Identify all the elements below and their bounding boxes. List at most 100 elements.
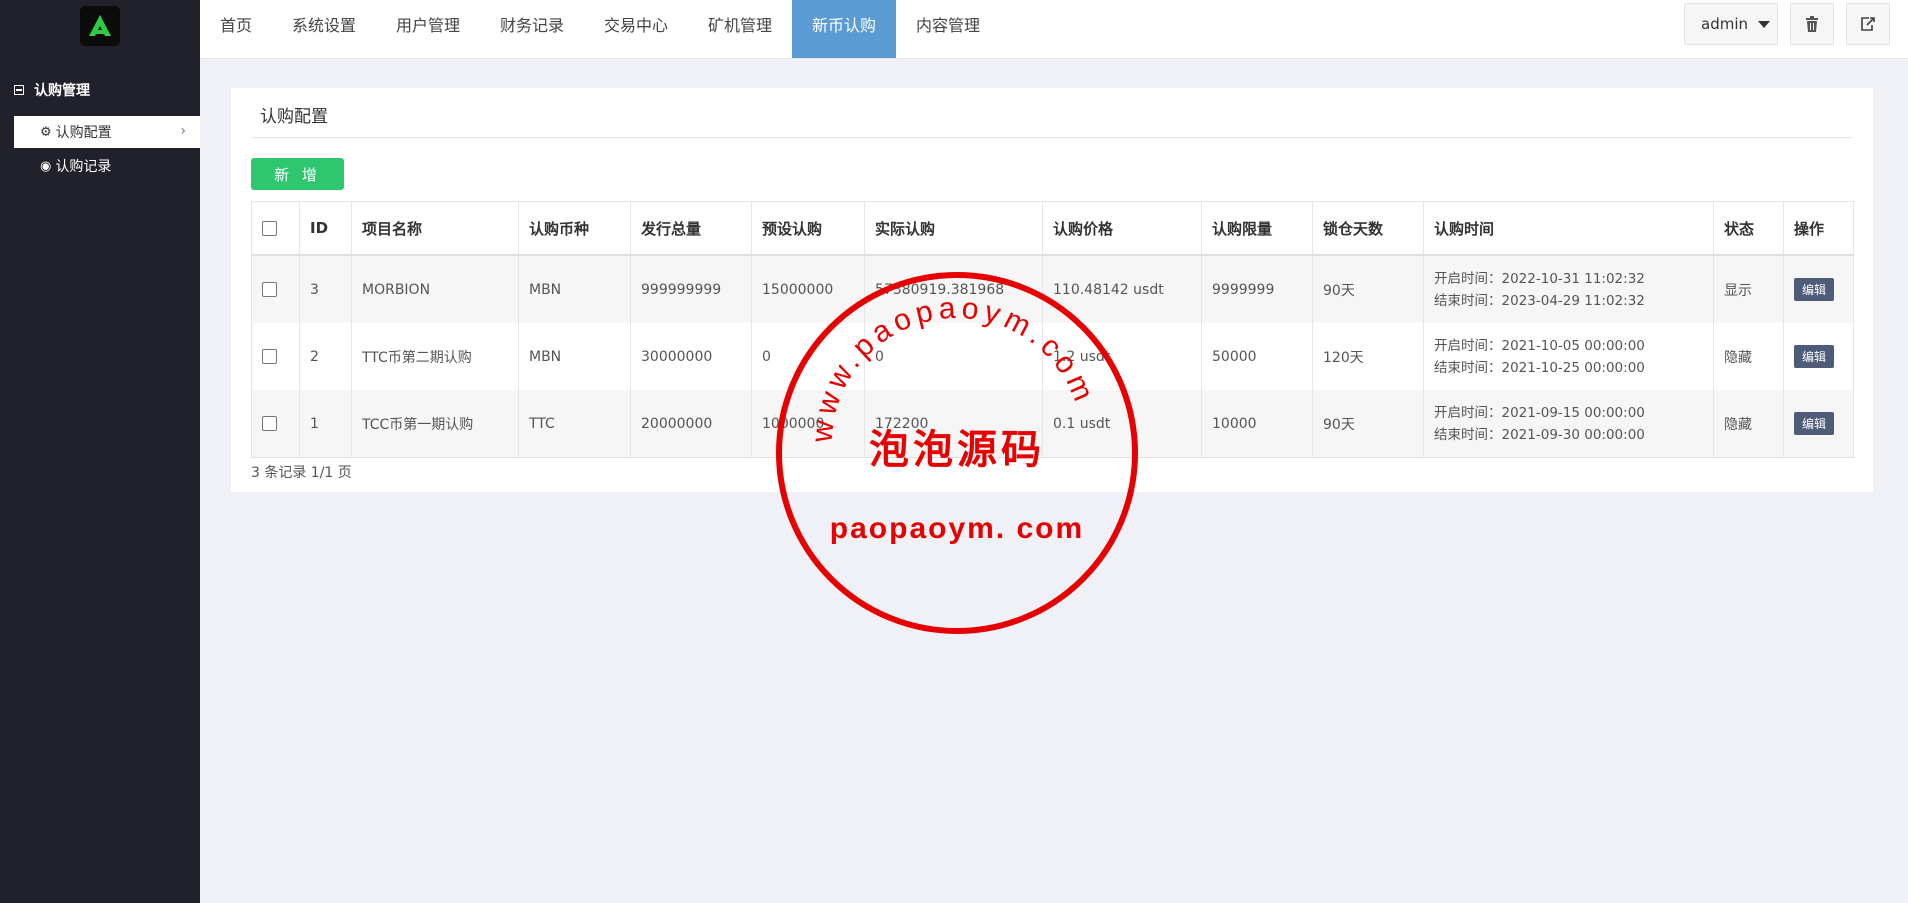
nav-home[interactable]: 首页: [200, 0, 272, 58]
start-time: 开启时间：2021-10-05 00:00:00: [1434, 337, 1645, 354]
sidebar-item-subscription-records[interactable]: ◉ 认购记录: [14, 150, 200, 182]
cell-limit: 50000: [1201, 323, 1313, 390]
cell-actions: 编辑: [1783, 323, 1854, 390]
gear-icon: ⚙: [40, 124, 52, 140]
trash-icon: [1806, 16, 1818, 32]
cell-actions: 编辑: [1783, 390, 1854, 458]
cell-time: 开启时间：2021-09-15 00:00:00 结束时间：2021-09-30…: [1423, 390, 1714, 458]
cell-total-supply: 999999999: [630, 255, 752, 323]
divider: [251, 137, 1853, 138]
cell-actual: 0: [864, 323, 1043, 390]
logout-icon: [1861, 17, 1875, 31]
pagination-summary: 3 条记录 1/1 页: [251, 465, 352, 481]
end-time: 结束时间：2021-10-25 00:00:00: [1434, 359, 1645, 376]
cell-preset: 0: [751, 323, 865, 390]
cell-actual: 172200: [864, 390, 1043, 458]
cell-coin: MBN: [518, 323, 631, 390]
start-time: 开启时间：2022-10-31 11:02:32: [1434, 270, 1645, 287]
col-id[interactable]: ID: [299, 201, 352, 256]
cell-id: 1: [299, 390, 352, 458]
cell-total-supply: 20000000: [630, 390, 752, 458]
nav-user-management[interactable]: 用户管理: [376, 0, 480, 58]
nav-system-settings[interactable]: 系统设置: [272, 0, 376, 58]
start-time: 开启时间：2021-09-15 00:00:00: [1434, 404, 1645, 421]
cell-total-supply: 30000000: [630, 323, 752, 390]
nav-finance-records[interactable]: 财务记录: [480, 0, 584, 58]
cell-coin: MBN: [518, 255, 631, 323]
cell-status: 隐藏: [1713, 390, 1784, 458]
col-limit[interactable]: 认购限量: [1201, 201, 1313, 256]
sidebar-item-subscription-config[interactable]: ⚙ 认购配置 ›: [14, 116, 200, 148]
logo[interactable]: [80, 6, 120, 46]
col-total-supply[interactable]: 发行总量: [630, 201, 752, 256]
subscription-table: ID 项目名称 认购币种 发行总量 预设认购 实际认购 认购价格 认购限量 锁仓…: [251, 201, 1854, 458]
cell-preset: 1000000: [751, 390, 865, 458]
sidebar-group-label: 认购管理: [34, 83, 90, 99]
add-button[interactable]: 新 增: [251, 158, 344, 190]
col-actions: 操作: [1783, 201, 1854, 256]
username: admin: [1701, 15, 1748, 33]
select-all-checkbox[interactable]: [262, 221, 277, 236]
cell-lock-days: 90天: [1312, 390, 1424, 458]
cell-id: 3: [299, 255, 352, 323]
edit-button[interactable]: 编辑: [1794, 412, 1835, 435]
cell-limit: 9999999: [1201, 255, 1313, 323]
collapse-icon: [14, 85, 24, 95]
cell-actions: 编辑: [1783, 255, 1854, 323]
row-select-cell: [251, 255, 300, 323]
cell-actual: 57380919.381968: [864, 255, 1043, 323]
col-price[interactable]: 认购价格: [1042, 201, 1202, 256]
col-status[interactable]: 状态: [1713, 201, 1784, 256]
end-time: 结束时间：2021-09-30 00:00:00: [1434, 426, 1645, 443]
row-select-cell: [251, 323, 300, 390]
table-row[interactable]: 1 TCC币第一期认购 TTC 20000000 1000000 172200 …: [251, 390, 1854, 458]
stamp-bottom-text: paopaoym. com: [830, 512, 1084, 545]
table-header-row: ID 项目名称 认购币种 发行总量 预设认购 实际认购 认购价格 认购限量 锁仓…: [251, 201, 1854, 256]
cell-project-name: MORBION: [351, 255, 519, 323]
cell-price: 110.48142 usdt: [1042, 255, 1202, 323]
cell-price: 0.1 usdt: [1042, 390, 1202, 458]
logout-button[interactable]: [1846, 3, 1890, 45]
table-row[interactable]: 3 MORBION MBN 999999999 15000000 5738091…: [251, 255, 1854, 323]
cell-limit: 10000: [1201, 390, 1313, 458]
cell-time: 开启时间：2021-10-05 00:00:00 结束时间：2021-10-25…: [1423, 323, 1714, 390]
nav-miner-management[interactable]: 矿机管理: [688, 0, 792, 58]
nav-trade-center[interactable]: 交易中心: [584, 0, 688, 58]
sidebar-item-label: 认购配置: [55, 125, 112, 141]
cell-id: 2: [299, 323, 352, 390]
content-panel: 认购配置 新 增 ID 项目名称 认购币种 发行总量 预设认购 实际认购 认购价…: [231, 88, 1873, 492]
globe-icon: ◉: [40, 158, 52, 174]
cell-preset: 15000000: [751, 255, 865, 323]
nav-content-management[interactable]: 内容管理: [896, 0, 1000, 58]
col-coin[interactable]: 认购币种: [518, 201, 631, 256]
nav-new-coin-subscription[interactable]: 新币认购: [792, 0, 896, 58]
edit-button[interactable]: 编辑: [1794, 278, 1835, 301]
col-actual-subscription[interactable]: 实际认购: [864, 201, 1043, 256]
table-row[interactable]: 2 TTC币第二期认购 MBN 30000000 0 0 1.2 usdt 50…: [251, 323, 1854, 390]
cell-time: 开启时间：2022-10-31 11:02:32 结束时间：2023-04-29…: [1423, 255, 1714, 323]
edit-button[interactable]: 编辑: [1794, 345, 1835, 368]
sidebar-item-label: 认购记录: [55, 159, 112, 175]
cell-project-name: TTC币第二期认购: [351, 323, 519, 390]
top-navbar: 首页 系统设置 用户管理 财务记录 交易中心 矿机管理 新币认购 内容管理 ad…: [200, 0, 1908, 59]
row-select-cell: [251, 390, 300, 458]
row-checkbox[interactable]: [262, 282, 277, 297]
cell-coin: TTC: [518, 390, 631, 458]
col-subscription-time[interactable]: 认购时间: [1423, 201, 1714, 256]
logo-icon: [89, 15, 111, 36]
user-menu-button[interactable]: admin: [1684, 3, 1778, 45]
clear-cache-button[interactable]: [1790, 3, 1834, 45]
select-all-cell: [251, 201, 300, 256]
cell-lock-days: 120天: [1312, 323, 1424, 390]
sidebar: 认购管理 ⚙ 认购配置 › ◉ 认购记录: [0, 0, 200, 903]
col-project-name[interactable]: 项目名称: [351, 201, 519, 256]
row-checkbox[interactable]: [262, 349, 277, 364]
cell-status: 隐藏: [1713, 323, 1784, 390]
caret-down-icon: [1758, 20, 1770, 28]
row-checkbox[interactable]: [262, 416, 277, 431]
sidebar-group-subscription[interactable]: 认购管理: [14, 80, 90, 100]
chevron-right-icon: ›: [180, 123, 186, 139]
col-lock-days[interactable]: 锁仓天数: [1312, 201, 1424, 256]
cell-lock-days: 90天: [1312, 255, 1424, 323]
col-preset-subscription[interactable]: 预设认购: [751, 201, 865, 256]
